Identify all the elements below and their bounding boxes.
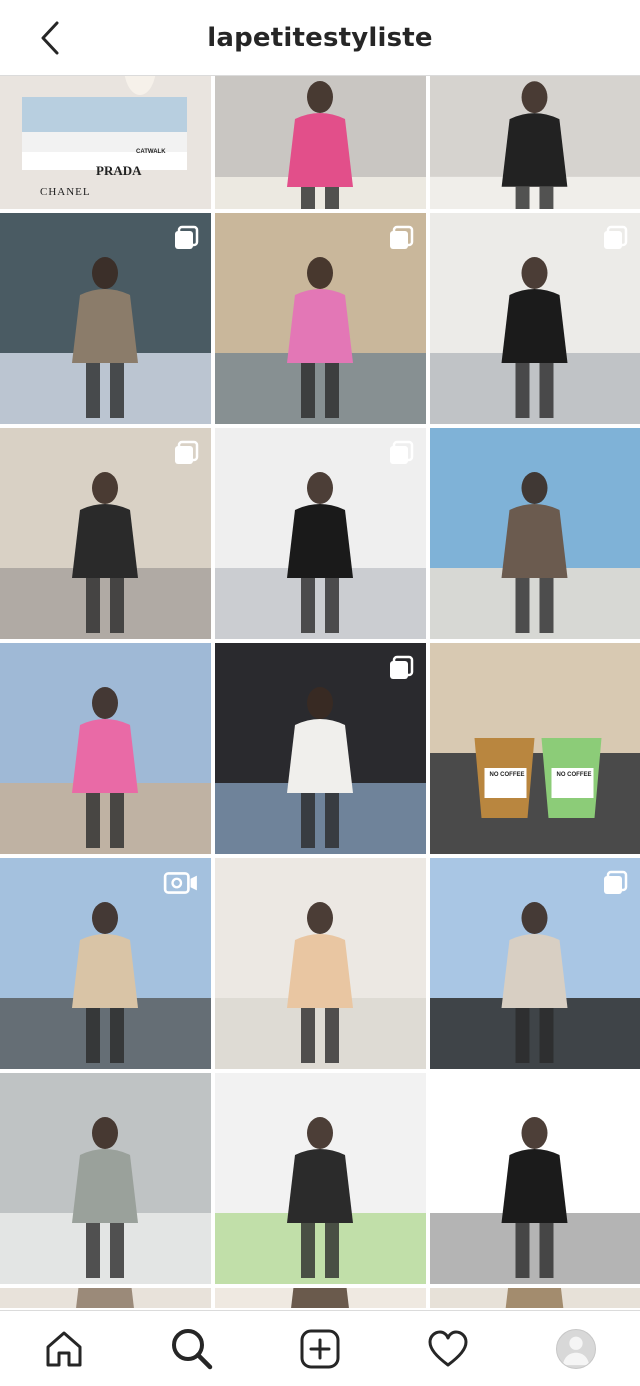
grid-post-tile[interactable] [215, 1288, 426, 1308]
book-spine-label: CHANEL [40, 186, 91, 198]
post-thumbnail-image [215, 76, 426, 209]
video-icon [163, 872, 197, 894]
grid-post-tile[interactable] [0, 213, 211, 424]
grid-post-tile[interactable]: PRADA CATWALK CHANEL [0, 76, 211, 209]
book-spine-label: PRADA [96, 163, 142, 178]
grid-post-tile[interactable] [215, 643, 426, 854]
carousel-icon [390, 655, 414, 679]
grid-post-tile[interactable] [0, 1288, 211, 1308]
tab-home[interactable] [32, 1317, 96, 1381]
profile-username: lapetitestyliste [207, 22, 433, 53]
tab-activity[interactable] [416, 1317, 480, 1381]
post-thumbnail-image [0, 643, 211, 854]
back-button[interactable] [30, 18, 70, 58]
avatar-icon [556, 1328, 596, 1369]
bottom-tab-bar [0, 1310, 640, 1386]
grid-post-tile[interactable] [215, 76, 426, 209]
post-thumbnail-image [0, 76, 211, 209]
search-icon [172, 1328, 213, 1369]
post-thumbnail-image [430, 643, 640, 854]
tab-search[interactable] [160, 1317, 224, 1381]
carousel-icon [604, 870, 628, 894]
top-bar: lapetitestyliste [0, 0, 640, 76]
post-thumbnail-image [215, 1073, 426, 1284]
chevron-left-icon [41, 21, 59, 55]
grid-post-tile[interactable] [430, 858, 640, 1069]
cup-label: NO COFFEE [556, 772, 592, 778]
cup-label: NO COFFEE [489, 772, 525, 778]
post-thumbnail-image [215, 858, 426, 1069]
grid-post-tile[interactable] [215, 1073, 426, 1284]
grid-post-tile[interactable]: NO COFFEE NO COFFEE [430, 643, 640, 854]
grid-post-tile[interactable] [0, 428, 211, 639]
home-icon [46, 1331, 82, 1366]
grid-post-tile[interactable] [0, 1073, 211, 1284]
carousel-icon [390, 225, 414, 249]
explore-grid: PRADA CATWALK CHANEL NO COFFEE NO COFFEE [0, 76, 640, 1310]
post-thumbnail-image [0, 1073, 211, 1284]
grid-post-tile[interactable] [215, 213, 426, 424]
grid-post-tile[interactable] [430, 76, 640, 209]
grid-post-tile[interactable] [430, 213, 640, 424]
grid-post-tile[interactable] [215, 858, 426, 1069]
carousel-icon [175, 225, 199, 249]
carousel-icon [175, 440, 199, 464]
post-thumbnail-image [215, 1288, 426, 1308]
post-thumbnail-image [430, 1073, 640, 1284]
carousel-icon [390, 440, 414, 464]
grid-post-tile[interactable] [430, 428, 640, 639]
post-thumbnail-image [430, 428, 640, 639]
book-spine-sublabel: CATWALK [136, 149, 166, 155]
post-thumbnail-image [430, 76, 640, 209]
post-thumbnail-image [0, 1288, 211, 1308]
grid-post-tile[interactable] [0, 858, 211, 1069]
grid-post-tile[interactable] [430, 1288, 640, 1308]
plus-square-icon [300, 1329, 340, 1368]
heart-icon [428, 1330, 468, 1366]
grid-post-tile[interactable] [215, 428, 426, 639]
tab-profile[interactable] [544, 1317, 608, 1381]
post-thumbnail-image [430, 1288, 640, 1308]
carousel-icon [604, 225, 628, 249]
grid-post-tile[interactable] [0, 643, 211, 854]
tab-new-post[interactable] [288, 1317, 352, 1381]
grid-post-tile[interactable] [430, 1073, 640, 1284]
